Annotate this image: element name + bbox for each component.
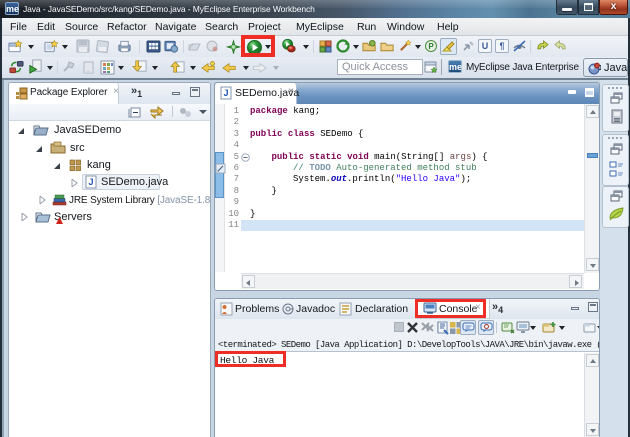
svg-text:J: J bbox=[223, 88, 228, 98]
svg-text:J: J bbox=[598, 65, 601, 72]
svg-text:J: J bbox=[88, 177, 93, 187]
svg-text:P: P bbox=[428, 42, 434, 51]
